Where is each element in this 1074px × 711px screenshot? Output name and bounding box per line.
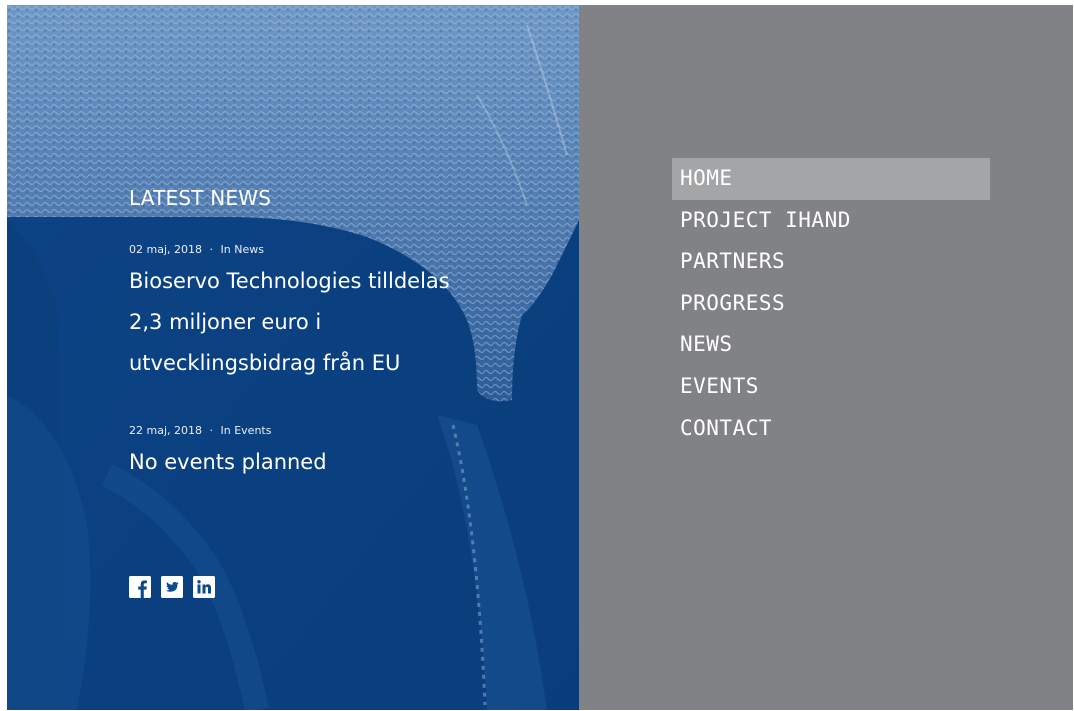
nav-item-news[interactable]: NEWS [672,324,990,366]
nav-item-events[interactable]: EVENTS [672,366,990,408]
news-headline-link[interactable]: Bioservo Technologies tilldelas 2,3 milj… [129,261,479,384]
news-content: LATEST NEWS 02 maj, 2018 · In News Biose… [7,5,579,710]
nav-item-partners[interactable]: PARTNERS [672,241,990,283]
nav-item-home[interactable]: HOME [672,158,990,200]
event-meta: 22 maj, 2018 · In Events [129,424,271,437]
linkedin-icon[interactable] [193,576,215,598]
news-meta: 02 maj, 2018 · In News [129,243,264,256]
latest-news-heading: LATEST NEWS [129,185,272,210]
social-links [129,576,215,598]
event-date: 22 maj, 2018 [129,424,202,437]
twitter-icon[interactable] [161,576,183,598]
event-category-link[interactable]: In Events [221,424,272,437]
main-nav-list: HOME PROJECT IHAND PARTNERS PROGRESS NEW… [672,158,990,449]
page-frame: LATEST NEWS 02 maj, 2018 · In News Biose… [7,5,1073,710]
news-date: 02 maj, 2018 [129,243,202,256]
news-panel: LATEST NEWS 02 maj, 2018 · In News Biose… [7,5,579,710]
meta-separator: · [209,424,214,437]
event-headline-link[interactable]: No events planned [129,442,479,483]
nav-item-progress[interactable]: PROGRESS [672,283,990,325]
meta-separator: · [209,243,214,256]
facebook-icon[interactable] [129,576,151,598]
nav-item-contact[interactable]: CONTACT [672,408,990,450]
main-navigation-panel: HOME PROJECT IHAND PARTNERS PROGRESS NEW… [579,5,1073,710]
nav-item-project-ihand[interactable]: PROJECT IHAND [672,200,990,242]
news-category-link[interactable]: In News [221,243,264,256]
